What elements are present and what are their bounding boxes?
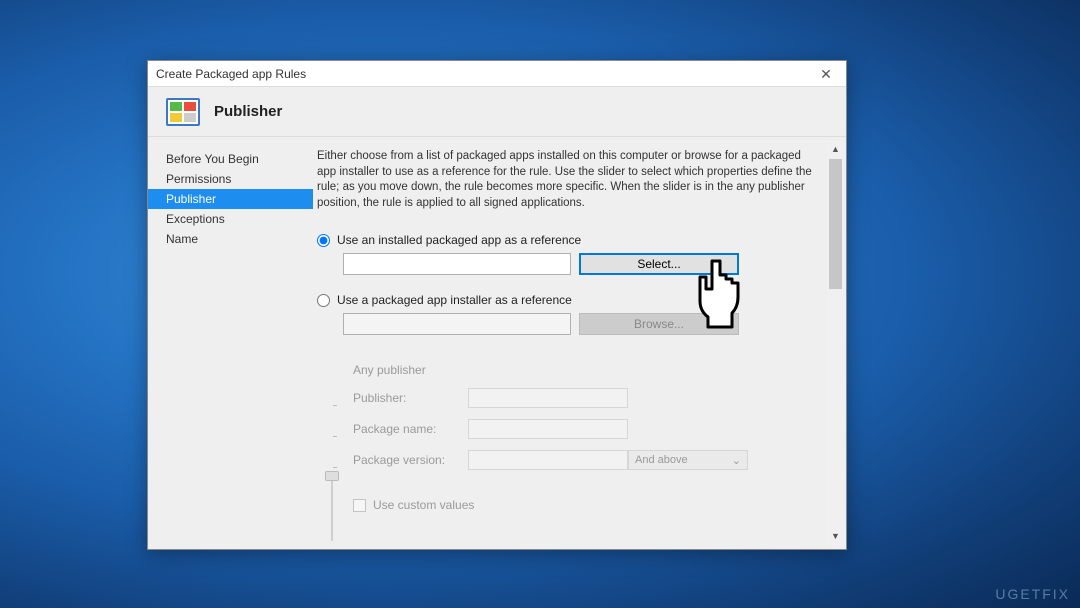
close-icon[interactable]: ✕ [814,64,838,84]
sidebar-item-permissions[interactable]: Permissions [148,169,313,189]
select-button[interactable]: Select... [579,253,739,275]
property-slider-thumb[interactable] [325,471,339,481]
radio-installed-app[interactable]: Use an installed packaged app as a refer… [317,233,822,247]
content-pane: Either choose from a list of packaged ap… [313,137,846,549]
browse-button: Browse... [579,313,739,335]
dialog-title: Create Packaged app Rules [156,67,306,81]
tick-icon [325,365,353,376]
page-title: Publisher [214,103,282,120]
scroll-down-icon[interactable]: ▼ [827,528,844,545]
radio-installer[interactable]: Use a packaged app installer as a refere… [317,293,822,307]
sidebar-item-exceptions[interactable]: Exceptions [148,209,313,229]
sidebar-item-name[interactable]: Name [148,229,313,249]
use-custom-values-row: Use custom values [353,498,822,512]
publisher-field [468,388,628,408]
package-version-label: Package version: [353,453,468,467]
property-slider-track [331,475,333,541]
publisher-details: Any publisher Publisher: Package name: P… [317,353,822,512]
installer-field [343,313,571,335]
package-name-label: Package name: [353,422,468,436]
dialog-body: Before You Begin Permissions Publisher E… [148,137,846,549]
scroll-up-icon[interactable]: ▲ [827,141,844,158]
titlebar[interactable]: Create Packaged app Rules ✕ [148,61,846,87]
version-compare-select: And above ⌄ [628,450,748,470]
watermark: UGETFIX [995,586,1070,602]
wizard-sidebar: Before You Begin Permissions Publisher E… [148,137,313,549]
radio-installed-app-label: Use an installed packaged app as a refer… [337,233,581,247]
use-custom-values-checkbox [353,499,366,512]
any-publisher-label: Any publisher [353,363,468,377]
chevron-down-icon: ⌄ [732,454,741,467]
package-version-field [468,450,628,470]
sidebar-item-before-you-begin[interactable]: Before You Begin [148,149,313,169]
intro-text: Either choose from a list of packaged ap… [317,145,822,227]
radio-installed-app-input[interactable] [317,234,330,247]
scroll-thumb[interactable] [829,159,842,289]
radio-installer-input[interactable] [317,294,330,307]
version-compare-label: And above [635,454,688,466]
publisher-label: Publisher: [353,391,468,405]
apps-icon [166,98,200,126]
dialog-window: Create Packaged app Rules ✕ Publisher Be… [147,60,847,550]
use-custom-values-label: Use custom values [373,498,474,512]
installed-app-field[interactable] [343,253,571,275]
sidebar-item-publisher[interactable]: Publisher [148,189,313,209]
package-name-field [468,419,628,439]
content-scrollbar[interactable]: ▲ ▼ [827,141,844,545]
wizard-header: Publisher [148,87,846,137]
radio-installer-label: Use a packaged app installer as a refere… [337,293,572,307]
